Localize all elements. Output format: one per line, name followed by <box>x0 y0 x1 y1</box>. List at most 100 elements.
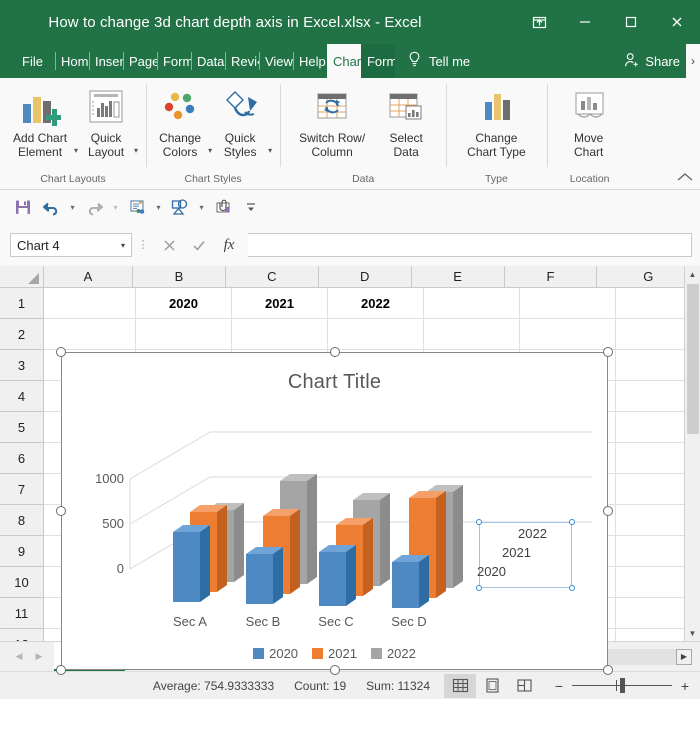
tab-review[interactable]: Revi« <box>224 44 259 78</box>
page-layout-view-icon[interactable] <box>476 674 508 698</box>
legend-item-2020[interactable]: 2020 <box>253 646 298 661</box>
chart-handle-bottom-right[interactable] <box>603 665 613 675</box>
scroll-right-icon[interactable]: ▶ <box>676 648 692 665</box>
share-button[interactable]: Share <box>623 44 686 78</box>
switch-row-column-button[interactable]: Switch Row/ Column <box>294 84 370 161</box>
chart-handle-top-center[interactable] <box>329 347 340 357</box>
change-chart-type-button[interactable]: Change Chart Type <box>462 84 530 161</box>
column-header-c[interactable]: C <box>225 266 319 288</box>
zoom-out-button[interactable]: − <box>554 678 564 694</box>
send-to-people-dropdown-icon[interactable]: ▾ <box>152 194 165 220</box>
formula-bar-grip[interactable]: ⋮ <box>132 240 154 251</box>
tell-me-box[interactable]: Tell me <box>407 44 470 78</box>
chart-handle-mid-right[interactable] <box>603 506 613 516</box>
chart-title[interactable]: Chart Title <box>62 371 607 394</box>
shapes-dropdown-icon[interactable]: ▾ <box>195 194 208 220</box>
shapes-icon[interactable] <box>167 194 193 220</box>
undo-dropdown-icon[interactable]: ▾ <box>66 194 79 220</box>
row-header-5[interactable]: 5 <box>0 412 44 443</box>
cell-c2[interactable] <box>232 319 328 350</box>
zoom-slider-thumb[interactable] <box>620 678 625 693</box>
tab-insert[interactable]: Inser <box>88 44 123 78</box>
prev-sheet-icon[interactable]: ◀ <box>10 646 28 668</box>
tab-help[interactable]: Help <box>292 44 327 78</box>
row-header-6[interactable]: 6 <box>0 443 44 474</box>
enter-check-icon[interactable] <box>184 233 214 257</box>
cell-e1[interactable] <box>424 288 520 319</box>
column-header-d[interactable]: D <box>318 266 412 288</box>
chevron-down-icon[interactable]: ▾ <box>268 146 272 155</box>
tab-view[interactable]: View <box>258 44 293 78</box>
redo-icon[interactable] <box>81 194 107 220</box>
status-count[interactable]: Count: 19 <box>294 679 346 693</box>
cell-d2[interactable] <box>328 319 424 350</box>
chart-legend[interactable]: 2020 2021 2022 <box>62 646 607 661</box>
row-header-11[interactable]: 11 <box>0 598 44 629</box>
resize-handle-tl[interactable] <box>476 519 482 525</box>
tab-page-layout[interactable]: Page <box>122 44 157 78</box>
row-header-4[interactable]: 4 <box>0 381 44 412</box>
resize-handle-bl[interactable] <box>476 585 482 591</box>
undo-icon[interactable] <box>38 194 64 220</box>
chart-handle-bottom-left[interactable] <box>56 665 66 675</box>
select-data-button[interactable]: Select Data <box>380 84 432 161</box>
quick-styles-button[interactable]: Quick Styles <box>214 84 266 161</box>
chevron-down-icon[interactable]: ▾ <box>208 146 212 155</box>
legend-item-2021[interactable]: 2021 <box>312 646 357 661</box>
zoom-slider-track[interactable] <box>572 678 672 693</box>
column-header-f[interactable]: F <box>504 266 598 288</box>
page-break-view-icon[interactable] <box>508 674 540 698</box>
quick-layout-button[interactable]: Quick Layout <box>80 84 132 161</box>
tab-file[interactable]: File <box>0 44 55 78</box>
tab-formulas[interactable]: Form <box>156 44 191 78</box>
vertical-scrollbar-thumb[interactable] <box>686 284 699 434</box>
column-header-a[interactable]: A <box>44 266 134 288</box>
close-icon[interactable] <box>654 0 700 44</box>
select-all-corner[interactable] <box>0 266 44 288</box>
status-average[interactable]: Average: 754.9333333 <box>153 679 274 693</box>
customize-qat-icon[interactable] <box>238 194 264 220</box>
fx-icon[interactable]: fx <box>214 233 244 257</box>
maximize-icon[interactable] <box>608 0 654 44</box>
attach-icon[interactable] <box>210 194 236 220</box>
tab-format[interactable]: Form <box>360 44 395 78</box>
next-sheet-icon[interactable]: ▶ <box>30 646 48 668</box>
tab-home[interactable]: Hom <box>54 44 89 78</box>
column-header-b[interactable]: B <box>133 266 226 288</box>
chart-plot-area[interactable]: 1000 500 0 Sec A Sec B Sec C Sec D 2022 … <box>62 394 607 634</box>
row-header-8[interactable]: 8 <box>0 505 44 536</box>
chart-object[interactable]: Chart Title 1000 500 0 Sec A Sec B Sec C… <box>56 347 613 675</box>
resize-handle-tr[interactable] <box>569 519 575 525</box>
cell-b1[interactable]: 2020 <box>136 288 232 319</box>
row-header-1[interactable]: 1 <box>0 288 44 319</box>
redo-dropdown-icon[interactable]: ▾ <box>109 194 122 220</box>
normal-view-icon[interactable] <box>444 673 476 698</box>
tab-data[interactable]: Data <box>190 44 225 78</box>
row-header-2[interactable]: 2 <box>0 319 44 350</box>
scroll-up-icon[interactable]: ▲ <box>684 266 700 282</box>
chevron-down-icon[interactable]: ▾ <box>74 146 78 155</box>
zoom-control[interactable]: − + <box>540 678 700 694</box>
resize-handle-br[interactable] <box>569 585 575 591</box>
depth-axis-label-2021[interactable]: 2021 <box>502 545 531 560</box>
cell-d1[interactable]: 2022 <box>328 288 424 319</box>
column-header-e[interactable]: E <box>411 266 505 288</box>
chevron-down-icon[interactable]: ▾ <box>134 146 138 155</box>
restore-up-icon[interactable] <box>516 0 562 44</box>
row-header-7[interactable]: 7 <box>0 474 44 505</box>
cell-f2[interactable] <box>520 319 616 350</box>
chevron-up-icon[interactable] <box>676 172 694 186</box>
row-header-9[interactable]: 9 <box>0 536 44 567</box>
row-header-10[interactable]: 10 <box>0 567 44 598</box>
change-colors-button[interactable]: Change Colors <box>154 84 206 161</box>
cell-a2[interactable] <box>44 319 136 350</box>
cancel-x-icon[interactable] <box>154 233 184 257</box>
chevron-down-icon[interactable]: ▾ <box>121 241 125 250</box>
vertical-scrollbar[interactable]: ▲ ▼ <box>684 266 700 641</box>
formula-input[interactable] <box>248 233 692 257</box>
legend-item-2022[interactable]: 2022 <box>370 646 416 661</box>
depth-axis-label-2022[interactable]: 2022 <box>518 526 547 541</box>
row-header-3[interactable]: 3 <box>0 350 44 381</box>
zoom-in-button[interactable]: + <box>680 678 690 694</box>
cell-c1[interactable]: 2021 <box>232 288 328 319</box>
